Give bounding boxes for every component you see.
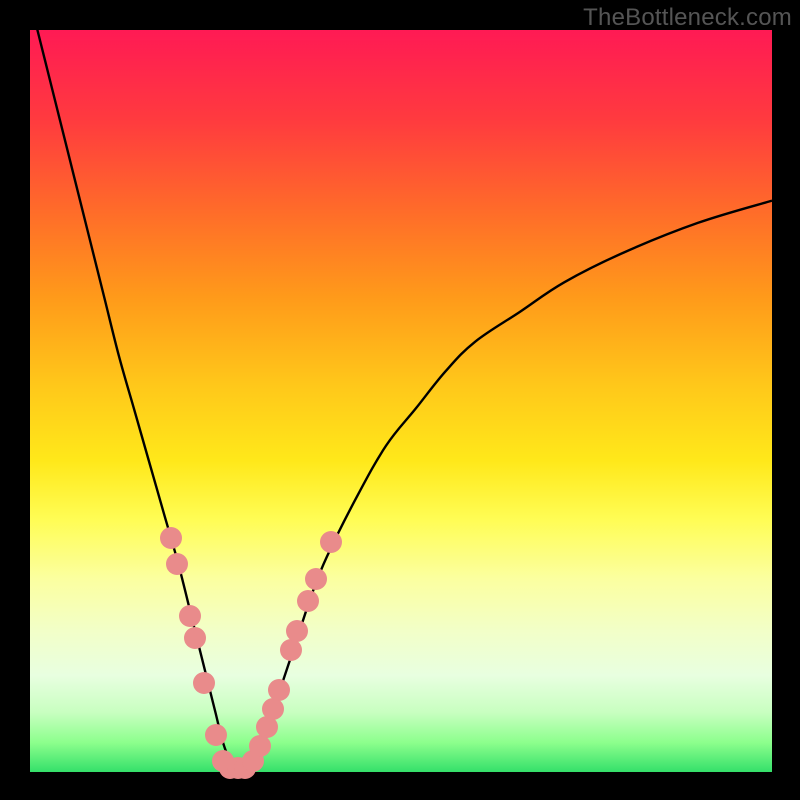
watermark-text: TheBottleneck.com	[583, 4, 792, 32]
data-marker	[160, 527, 182, 549]
data-marker	[320, 531, 342, 553]
data-marker	[297, 590, 319, 612]
curve-svg	[30, 30, 772, 772]
plot-area	[30, 30, 772, 772]
data-marker	[262, 698, 284, 720]
chart-stage: TheBottleneck.com	[0, 0, 800, 800]
bottleneck-curve	[30, 30, 772, 769]
data-marker	[179, 605, 201, 627]
data-marker	[268, 679, 290, 701]
data-marker	[286, 620, 308, 642]
data-marker	[166, 553, 188, 575]
data-marker	[193, 672, 215, 694]
data-marker	[205, 724, 227, 746]
data-marker	[305, 568, 327, 590]
data-marker	[184, 627, 206, 649]
